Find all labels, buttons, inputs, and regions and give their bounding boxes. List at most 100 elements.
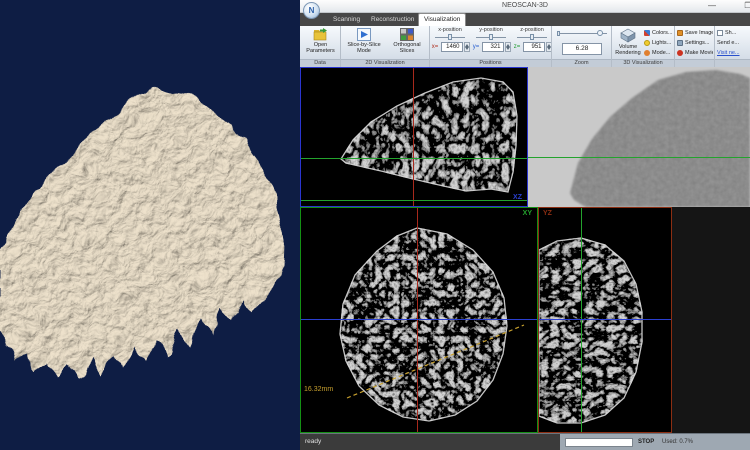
- app-window: NEOSCAN-3D — ❐ N Scanning Reconstruction…: [300, 0, 750, 450]
- group-label-support: [715, 59, 750, 67]
- yz-crosshair-vertical[interactable]: [581, 208, 582, 432]
- xy-view-label: XY: [523, 210, 532, 218]
- volume-render-panel[interactable]: [0, 0, 300, 450]
- view-yz-slice[interactable]: YZ: [538, 207, 672, 433]
- group-label-options: [675, 59, 714, 67]
- mode-label: Mode...: [652, 50, 670, 56]
- group-label-2d-visualization: 2D Visualization: [341, 59, 429, 67]
- memory-usage-label: Used: 0.7%: [662, 439, 693, 445]
- yz-slice-image: [539, 208, 671, 432]
- volume-rendering-label: Volume Rendering: [613, 44, 643, 56]
- x-slider-handle[interactable]: [448, 34, 452, 40]
- projection-crosshair-horizontal[interactable]: [528, 157, 750, 158]
- xz-crosshair-horizontal[interactable]: [301, 158, 527, 159]
- xz-slice-indicator-line: [301, 200, 527, 201]
- yz-view-label: YZ: [543, 210, 552, 218]
- z-position-label: z-position: [512, 27, 552, 33]
- x-spinner-arrows[interactable]: [464, 42, 470, 52]
- make-movie-button[interactable]: Make Movie...: [677, 48, 713, 58]
- titlebar: NEOSCAN-3D — ❐: [300, 0, 750, 13]
- volume-rendering-button[interactable]: Volume Rendering: [613, 28, 643, 56]
- colors-button[interactable]: Colors...: [644, 28, 673, 38]
- z-position-slider[interactable]: [517, 34, 547, 41]
- orthogonal-slices-icon: [400, 28, 414, 41]
- maximize-button[interactable]: ❐: [740, 0, 750, 12]
- minimize-button[interactable]: —: [704, 0, 720, 12]
- mode-button[interactable]: Mode...: [644, 48, 673, 58]
- visit-website-label: Visit ne...: [717, 50, 740, 56]
- ribbon-group-data: Open Parameters Data: [300, 26, 341, 67]
- x-position-label: x-position: [430, 27, 470, 33]
- y-axis-icon: y=: [472, 43, 481, 51]
- x-position-slider[interactable]: [435, 34, 465, 41]
- slice-mode-label: Slice-by-Slice Mode: [343, 42, 385, 54]
- lightbulb-icon: [644, 40, 650, 46]
- y-spinner-arrows[interactable]: [505, 42, 511, 52]
- y-position-label: y-position: [471, 27, 511, 33]
- send-email-link[interactable]: Send e...: [717, 38, 749, 48]
- slice-viewport: XZ: [300, 67, 750, 433]
- orthogonal-slices-label: Orthogonal Slices: [386, 42, 428, 54]
- app-logo-icon: N: [303, 2, 320, 19]
- y-position-control: y-position y= 321: [471, 27, 511, 52]
- zoom-value-input[interactable]: 6.28: [562, 43, 602, 55]
- statusbar: ready STOP Used: 0.7%: [300, 433, 750, 450]
- ribbon-group-3d-visualization: Volume Rendering Colors... Lights... Mod…: [612, 26, 675, 67]
- view-xy-slice[interactable]: 16.32mm XY: [300, 207, 538, 433]
- ribbon-group-support: Sh... Send e... Visit ne...: [715, 26, 750, 67]
- volume-rendering-icon: [619, 28, 637, 43]
- mode-icon: [644, 50, 650, 56]
- x-axis-icon: x=: [431, 43, 440, 51]
- zoom-slider-handle[interactable]: [597, 30, 603, 36]
- group-label-positions: Positions: [430, 59, 551, 67]
- lights-label: Lights...: [652, 40, 671, 46]
- open-parameters-button[interactable]: Open Parameters: [302, 28, 339, 54]
- settings-icon: [677, 40, 683, 46]
- send-email-label: Send e...: [717, 40, 739, 46]
- stop-button[interactable]: STOP: [638, 439, 654, 445]
- y-position-input[interactable]: 321: [482, 42, 504, 52]
- y-slider-handle[interactable]: [489, 34, 493, 40]
- record-movie-icon: [677, 50, 683, 56]
- view-projection[interactable]: [528, 67, 750, 207]
- open-parameters-label: Open Parameters: [302, 42, 339, 54]
- support-checkbox[interactable]: [717, 30, 723, 36]
- z-spinner-arrows[interactable]: [546, 42, 552, 52]
- settings-label: Settings...: [685, 40, 709, 46]
- z-position-input[interactable]: 951: [523, 42, 545, 52]
- xy-crosshair-horizontal[interactable]: [301, 319, 537, 320]
- yz-crosshair-horizontal[interactable]: [539, 319, 671, 320]
- z-position-control: z-position z= 951: [512, 27, 552, 52]
- zoom-slider[interactable]: [557, 30, 607, 38]
- tab-reconstruction[interactable]: Reconstruction: [366, 13, 419, 26]
- xz-view-label: XZ: [513, 194, 522, 202]
- progress-bar: [565, 438, 633, 447]
- visit-website-link[interactable]: Visit ne...: [717, 48, 749, 58]
- settings-button[interactable]: Settings...: [677, 38, 713, 48]
- tabbar: N Scanning Reconstruction Visualization: [300, 13, 750, 26]
- tab-scanning[interactable]: Scanning: [328, 13, 365, 26]
- group-label-data: Data: [300, 59, 340, 67]
- viewport-empty-area: [672, 207, 750, 433]
- y-position-slider[interactable]: [476, 34, 506, 41]
- slice-mode-icon: [357, 28, 371, 41]
- xy-crosshair-vertical[interactable]: [417, 208, 418, 432]
- group-label-zoom: Zoom: [552, 59, 611, 67]
- ribbon-group-zoom: 6.28 Zoom: [552, 26, 612, 67]
- xz-crosshair-vertical[interactable]: [413, 68, 414, 206]
- view-xz-slice[interactable]: XZ: [300, 67, 528, 207]
- save-image-icon: [677, 30, 683, 36]
- colors-label: Colors...: [652, 30, 672, 36]
- lights-button[interactable]: Lights...: [644, 38, 673, 48]
- orthogonal-slices-button[interactable]: Orthogonal Slices: [386, 28, 428, 54]
- slice-by-slice-mode-button[interactable]: Slice-by-Slice Mode: [343, 28, 385, 54]
- bone-3d-render: [0, 0, 300, 450]
- status-text: ready: [300, 434, 560, 450]
- z-slider-handle[interactable]: [530, 34, 534, 40]
- x-position-input[interactable]: 1460: [441, 42, 463, 52]
- save-image-button[interactable]: Save Image...: [677, 28, 713, 38]
- support-checkbox-row[interactable]: Sh...: [717, 28, 749, 38]
- save-image-label: Save Image...: [685, 30, 713, 36]
- tab-visualization[interactable]: Visualization: [418, 13, 466, 26]
- x-position-control: x-position x= 1460: [430, 27, 470, 52]
